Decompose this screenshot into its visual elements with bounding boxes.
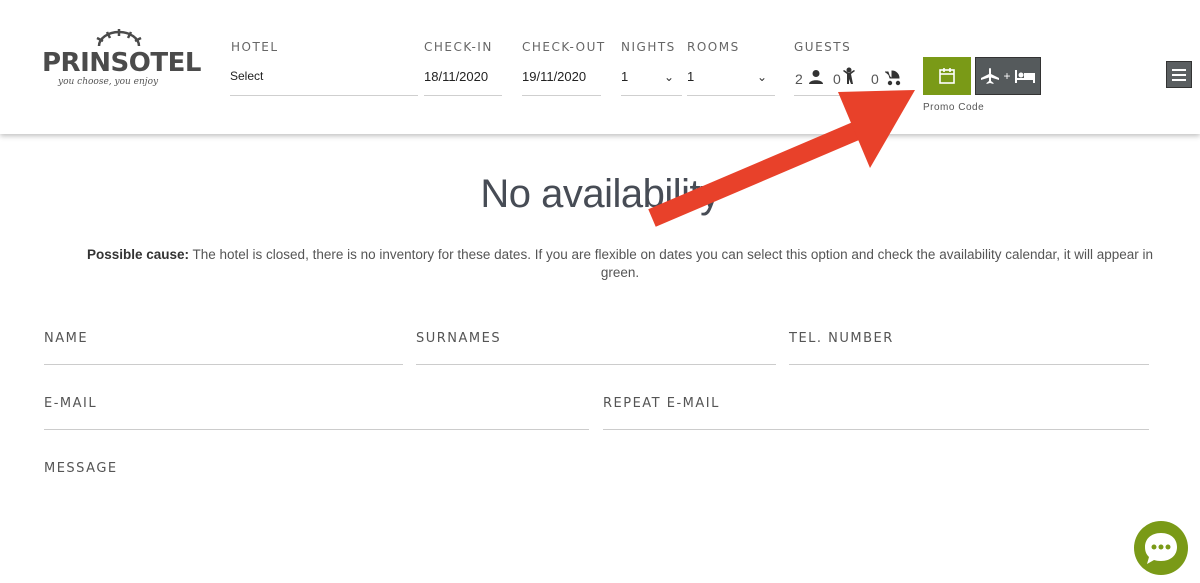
rooms-select[interactable]: 1 ⌄ (687, 67, 775, 96)
surnames-label: SURNAMES (416, 331, 502, 346)
child-icon (843, 67, 855, 84)
babies-count: 0 (871, 71, 879, 87)
flight-hotel-button[interactable]: + (975, 57, 1041, 95)
calendar-icon (939, 68, 955, 84)
nights-select[interactable]: 1 ⌄ (621, 67, 682, 96)
checkout-input[interactable]: 19/11/2020 (522, 67, 601, 96)
promo-code-link[interactable]: Promo Code (923, 102, 984, 113)
email-input[interactable] (44, 429, 589, 430)
adults-count: 2 (795, 71, 803, 87)
nights-label: NIGHTS (621, 40, 676, 54)
surnames-input[interactable] (416, 364, 776, 365)
logo-brand: PRINSOTEL (42, 48, 201, 78)
hotel-select-value: Select (230, 69, 264, 83)
checkin-label: CHECK-IN (424, 40, 493, 54)
rooms-label: ROOMS (687, 40, 740, 54)
nights-value: 1 (621, 69, 629, 84)
flight-plus-label: + (1003, 69, 1011, 83)
repeat-email-input[interactable] (603, 429, 1149, 430)
possible-cause-message: Possible cause: The hotel is closed, the… (72, 246, 1168, 282)
tel-input[interactable] (789, 364, 1149, 365)
bed-icon (1014, 70, 1035, 83)
chevron-down-icon: ⌄ (756, 70, 767, 84)
page-title: No availability (480, 172, 720, 216)
adult-icon (809, 70, 823, 84)
calendar-button[interactable] (923, 57, 971, 95)
children-count: 0 (833, 71, 841, 87)
prinsotel-logo[interactable]: PRINSOTEL you choose, you enjoy (42, 28, 201, 96)
logo-slogan: you choose, you enjoy (58, 77, 159, 87)
email-label: E-MAIL (44, 396, 98, 411)
guests-selector[interactable]: 2 0 0 (794, 67, 907, 96)
name-input[interactable] (44, 364, 403, 365)
cause-text: The hotel is closed, there is no invento… (189, 247, 1154, 280)
baby-stroller-icon (885, 70, 901, 86)
tel-label: TEL. NUMBER (789, 331, 894, 346)
checkin-input[interactable]: 18/11/2020 (424, 67, 502, 96)
guests-label: GUESTS (794, 40, 852, 54)
header: PRINSOTEL you choose, you enjoy HOTEL Se… (0, 0, 1200, 134)
cause-label: Possible cause: (86, 247, 189, 262)
chat-button[interactable] (1134, 521, 1188, 575)
hotel-select[interactable]: Select (230, 67, 418, 96)
repeat-email-label: REPEAT E-MAIL (603, 396, 720, 411)
menu-button[interactable] (1166, 61, 1192, 88)
hotel-label: HOTEL (231, 40, 279, 54)
chevron-down-icon: ⌄ (663, 70, 674, 84)
menu-icon (1172, 68, 1186, 81)
sun-rays-icon (96, 29, 142, 47)
message-label: MESSAGE (44, 461, 118, 476)
rooms-value: 1 (687, 69, 695, 84)
name-label: NAME (44, 331, 89, 346)
airplane-icon (981, 68, 1000, 84)
chat-icon (1145, 533, 1177, 564)
checkout-label: CHECK-OUT (522, 40, 606, 54)
